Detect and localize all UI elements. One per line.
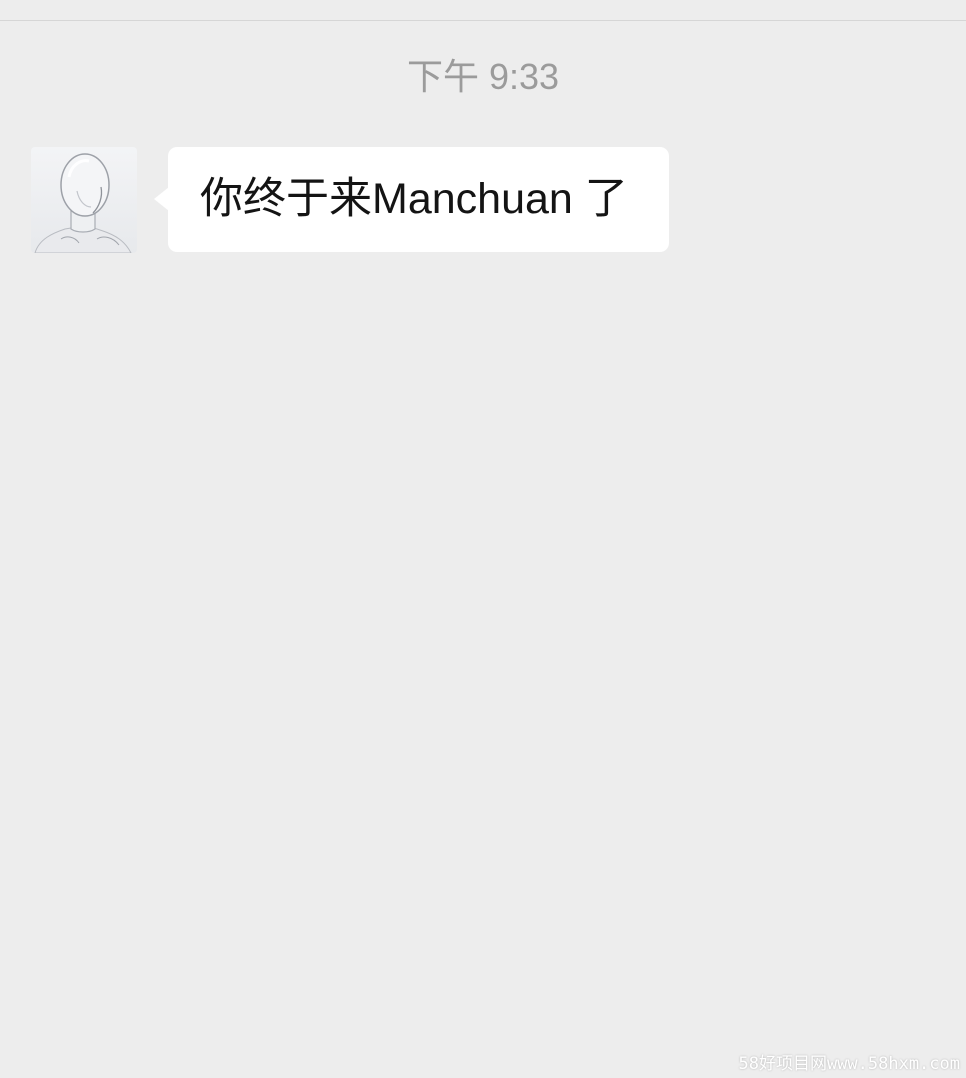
top-divider: [0, 20, 966, 21]
bubble-tail: [154, 187, 169, 211]
watermark: 58好项目网www.58hxm.com: [738, 1054, 960, 1074]
message-bubble[interactable]: 你终于来Manchuan 了: [168, 147, 669, 252]
contact-avatar[interactable]: [31, 147, 137, 253]
message-text: 你终于来Manchuan 了: [200, 175, 628, 223]
message-timestamp: 下午 9:33: [406, 56, 560, 97]
mannequin-head-icon: [34, 153, 132, 253]
